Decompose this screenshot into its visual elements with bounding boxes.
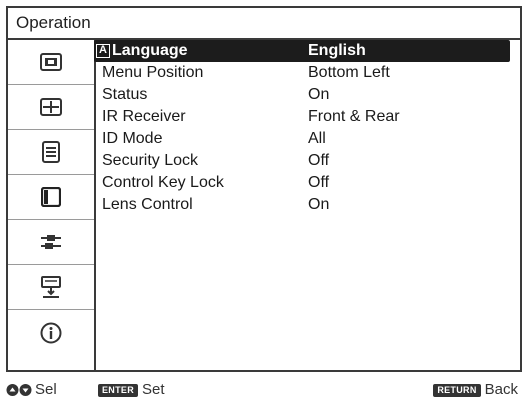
picture-icon	[40, 53, 62, 71]
menu-item-lens-control[interactable]: Lens Control On	[94, 194, 510, 216]
menu-item-id-mode[interactable]: ID Mode All	[94, 128, 510, 150]
menu-item-value: Off	[308, 152, 330, 169]
back-label: Back	[484, 381, 518, 398]
menu-item-label: Status	[102, 86, 148, 103]
connection-icon	[41, 235, 61, 249]
key-guide-footer: Sel ENTER Set RETURN Back	[0, 376, 528, 404]
menu-item-value: Front & Rear	[308, 108, 400, 125]
up-down-arrows-icon	[6, 384, 32, 396]
set-hint: ENTER Set	[98, 376, 165, 404]
select-hint: Sel	[6, 376, 57, 404]
set-label: Set	[142, 381, 165, 398]
enter-key-badge: ENTER	[98, 383, 139, 397]
sidebar-item-connection[interactable]	[8, 220, 94, 265]
menu-item-menu-position[interactable]: Menu Position Bottom Left	[94, 62, 510, 84]
menu-item-label: Lens Control	[102, 196, 193, 213]
sidebar-item-information[interactable]	[8, 310, 94, 355]
menu-item-ir-receiver[interactable]: IR Receiver Front & Rear	[94, 106, 510, 128]
menu-item-value: On	[308, 86, 330, 103]
menu-item-label: Security Lock	[102, 152, 199, 169]
menu-item-value: All	[308, 130, 326, 147]
menu-item-label: ID Mode	[102, 130, 163, 147]
sidebar-item-setup[interactable]	[8, 130, 94, 175]
installation-icon	[41, 276, 61, 298]
menu-item-value: Off	[308, 174, 330, 191]
language-icon: A	[96, 44, 110, 58]
menu-item-value: Bottom Left	[308, 64, 390, 81]
menu-item-status[interactable]: Status On	[94, 84, 510, 106]
category-sidebar	[8, 40, 96, 370]
return-key-badge: RETURN	[433, 383, 481, 397]
sidebar-item-screen[interactable]	[8, 85, 94, 130]
sidebar-item-picture[interactable]	[8, 40, 94, 85]
back-hint: RETURN Back	[433, 376, 518, 404]
menu-item-label: Menu Position	[102, 64, 204, 81]
menu-item-language[interactable]: A Language English	[94, 40, 510, 62]
information-icon	[40, 322, 62, 343]
operation-menu-list: A Language English Menu Position Bottom …	[94, 40, 510, 216]
screen-icon	[40, 98, 62, 116]
menu-item-control-key-lock[interactable]: Control Key Lock Off	[94, 172, 510, 194]
menu-item-label: IR Receiver	[102, 108, 186, 125]
menu-item-value: On	[308, 196, 330, 213]
menu-item-security-lock[interactable]: Security Lock Off	[94, 150, 510, 172]
operation-icon	[41, 187, 61, 207]
menu-item-value: English	[308, 42, 366, 59]
sidebar-item-installation[interactable]	[8, 265, 94, 310]
sidebar-item-operation[interactable]	[8, 175, 94, 220]
window-title: Operation	[8, 8, 520, 40]
menu-item-label: Control Key Lock	[102, 174, 224, 191]
setup-icon	[42, 141, 60, 163]
select-label: Sel	[35, 381, 57, 398]
menu-item-label: Language	[112, 42, 188, 59]
